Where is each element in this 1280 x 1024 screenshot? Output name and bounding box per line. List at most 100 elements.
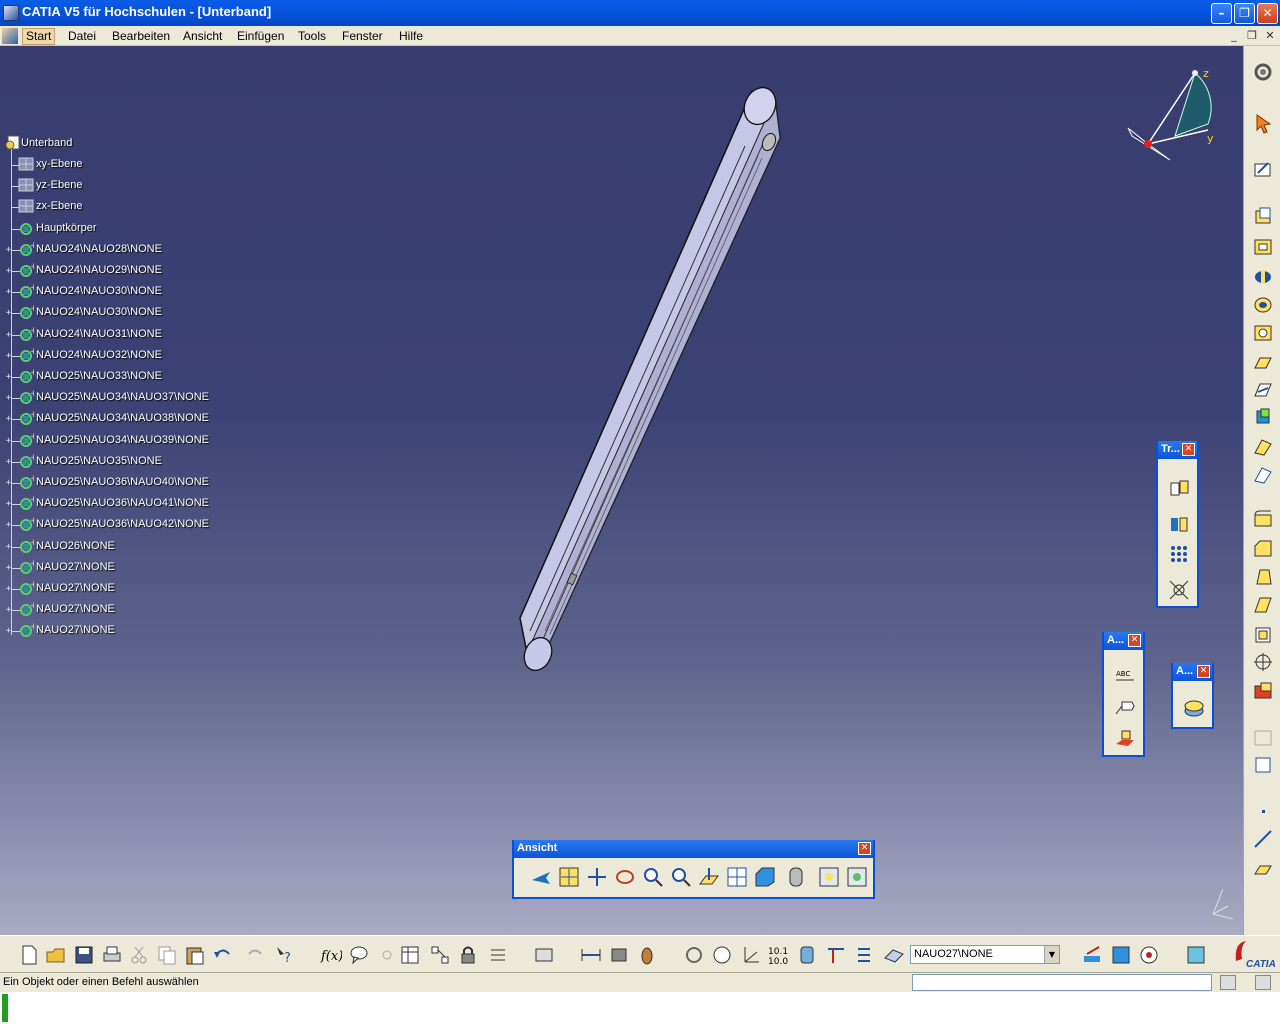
plane-icon[interactable] — [1252, 858, 1274, 880]
apply-material-palette-close-button[interactable]: ✕ — [1197, 665, 1210, 678]
swap-visible-space-icon[interactable] — [846, 866, 868, 888]
measure-list-icon[interactable] — [487, 944, 509, 966]
text-annotation-icon[interactable]: ABC — [1114, 664, 1136, 686]
sketcher-icon[interactable] — [1252, 158, 1274, 180]
zoom-in-icon[interactable] — [642, 866, 664, 888]
thickness-icon[interactable] — [1252, 624, 1274, 646]
rotate-icon[interactable] — [614, 866, 636, 888]
rib-icon[interactable] — [1252, 351, 1274, 373]
lock-icon[interactable] — [457, 944, 479, 966]
pad-icon[interactable] — [1252, 206, 1274, 228]
design-table-icon[interactable] — [399, 944, 421, 966]
slot-icon[interactable] — [1252, 379, 1274, 401]
ansicht-palette-title[interactable]: Ansicht ✕ — [514, 840, 873, 858]
mdi-minimize-button[interactable]: _ — [1227, 29, 1241, 43]
draft-icon[interactable] — [1252, 566, 1274, 588]
axis-system-icon[interactable] — [739, 944, 761, 966]
point-target-icon[interactable] — [1252, 651, 1274, 673]
disabled-tool-icon[interactable] — [1252, 726, 1274, 748]
loft-icon[interactable] — [1252, 436, 1274, 458]
hole-icon[interactable] — [1252, 322, 1274, 344]
measure-item-icon[interactable] — [608, 944, 630, 966]
new-document-icon[interactable] — [18, 944, 40, 966]
transformation-palette-close-button[interactable]: ✕ — [1182, 443, 1195, 456]
fillet-icon[interactable] — [1252, 509, 1274, 531]
remove-loft-icon[interactable] — [1252, 464, 1274, 486]
print-preview-icon[interactable] — [533, 944, 555, 966]
split-icon[interactable] — [1252, 680, 1274, 702]
menu-einfuegen[interactable]: Einfügen — [234, 29, 287, 43]
layer-combo[interactable]: NAUO27\NONE ▼ — [910, 945, 1060, 964]
gear-icon[interactable] — [1252, 61, 1274, 83]
pocket-icon[interactable] — [1252, 236, 1274, 258]
print-icon[interactable] — [101, 944, 123, 966]
shell-icon[interactable] — [1252, 594, 1274, 616]
status-button-1[interactable] — [1220, 975, 1236, 990]
sphere-target-icon[interactable] — [1138, 944, 1160, 966]
command-input[interactable] — [912, 974, 1212, 991]
minimize-button[interactable]: – — [1211, 3, 1232, 24]
save-icon[interactable] — [73, 944, 95, 966]
scaling-icon[interactable] — [1168, 579, 1190, 601]
quick-view-icon[interactable] — [754, 866, 780, 888]
chevron-down-icon[interactable]: ▼ — [1044, 946, 1059, 963]
mdi-close-button[interactable]: ✕ — [1263, 29, 1277, 43]
zoom-out-icon[interactable] — [670, 866, 692, 888]
multi-view-icon[interactable] — [726, 866, 748, 888]
layer-list-icon[interactable] — [853, 944, 875, 966]
fit-all-in-icon[interactable] — [558, 866, 580, 888]
menu-ansicht[interactable]: Ansicht — [180, 29, 225, 43]
undo-icon[interactable] — [212, 944, 234, 966]
measure-inertia-icon[interactable] — [636, 944, 658, 966]
properties-painter-icon[interactable] — [1081, 944, 1103, 966]
layer-icon[interactable] — [883, 944, 905, 966]
shading-icon[interactable] — [786, 866, 812, 888]
3d-annotation-icon[interactable] — [1114, 728, 1136, 750]
pan-icon[interactable] — [586, 866, 608, 888]
whats-this-help-icon[interactable]: ? — [274, 944, 296, 966]
catalog-icon[interactable] — [429, 944, 451, 966]
menu-datei[interactable]: Datei — [65, 29, 99, 43]
chamfer-icon[interactable] — [1252, 538, 1274, 560]
map-icon[interactable] — [1110, 944, 1132, 966]
apply-material-icon[interactable] — [1183, 697, 1205, 719]
shaft-icon[interactable] — [1252, 266, 1274, 288]
restore-button[interactable]: ❐ — [1234, 3, 1255, 24]
status-button-2[interactable] — [1255, 975, 1271, 990]
shading-options-icon[interactable] — [796, 944, 818, 966]
normal-view-icon[interactable] — [698, 866, 720, 888]
workbench-icon[interactable] — [1185, 944, 1207, 966]
knowledge-icon[interactable] — [376, 944, 398, 966]
catia-app-icon[interactable] — [3, 5, 19, 21]
line-icon[interactable] — [1252, 828, 1274, 850]
flag-note-icon[interactable] — [1114, 696, 1136, 718]
hide-show-icon[interactable] — [818, 866, 840, 888]
constraint-icon[interactable] — [1252, 754, 1274, 776]
open-folder-icon[interactable] — [45, 944, 67, 966]
select-arrow-icon[interactable] — [1252, 112, 1274, 134]
paste-icon[interactable] — [184, 944, 206, 966]
ansicht-palette-close-button[interactable]: ✕ — [858, 842, 871, 855]
measure-between-icon[interactable] — [580, 944, 602, 966]
close-button[interactable]: ✕ — [1257, 3, 1278, 24]
redo-icon[interactable] — [244, 944, 266, 966]
annotations-palette-close-button[interactable]: ✕ — [1128, 634, 1141, 647]
copy-icon[interactable] — [156, 944, 178, 966]
menu-fenster[interactable]: Fenster — [339, 29, 386, 43]
hand-icon[interactable] — [711, 944, 733, 966]
menu-hilfe[interactable]: Hilfe — [396, 29, 426, 43]
point-icon[interactable] — [1252, 800, 1274, 822]
comment-icon[interactable] — [348, 944, 370, 966]
3d-viewport[interactable]: z y Unterband xy-Ebene yz-Ebene zx-Ebene Ha… — [0, 46, 1243, 935]
mirror-icon[interactable] — [1168, 513, 1190, 535]
refresh-icon[interactable] — [683, 944, 705, 966]
annotations-palette-title[interactable]: A... ✕ — [1104, 632, 1143, 650]
units-icon[interactable]: 10.110.0 — [767, 944, 789, 966]
menu-start[interactable]: Start — [22, 28, 56, 45]
transformation-palette-title[interactable]: Tr... ✕ — [1158, 441, 1197, 459]
pattern-icon[interactable] — [1168, 543, 1190, 565]
fly-mode-icon[interactable] — [530, 866, 552, 888]
formula-icon[interactable]: f(x) — [320, 944, 342, 966]
mdi-restore-button[interactable]: ❐ — [1245, 29, 1259, 43]
cut-icon[interactable] — [128, 944, 150, 966]
